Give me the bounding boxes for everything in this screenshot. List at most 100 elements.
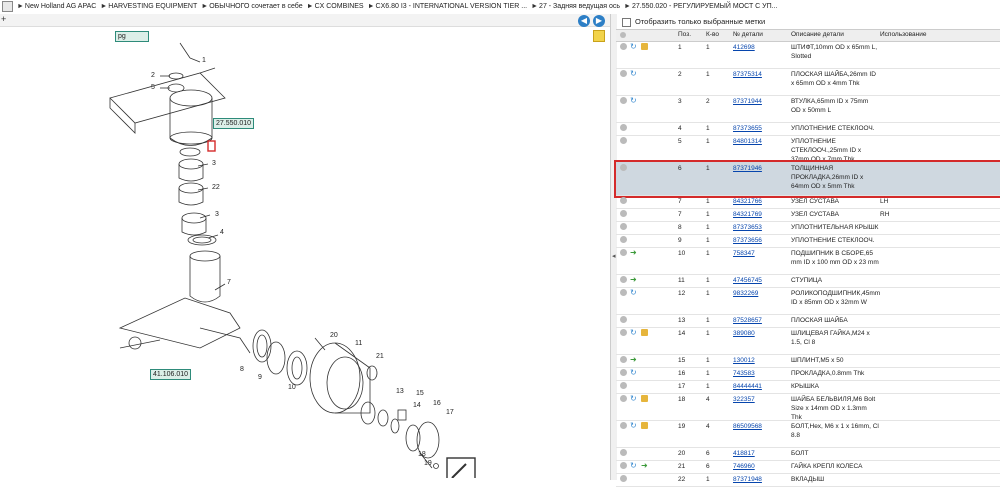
col-usage[interactable]: Использование <box>880 31 926 38</box>
cell-no[interactable]: 47456745 <box>733 276 762 285</box>
table-row[interactable]: 4 1 87373655 УПЛОТНЕНИЕ СТЕКЛООЧ. <box>616 122 1000 136</box>
cell-no[interactable]: 743583 <box>733 369 755 378</box>
select-circle-icon[interactable] <box>620 164 627 171</box>
table-row[interactable]: 7 1 84321766 УЗЕЛ СУСТАВА LH <box>616 195 1000 209</box>
col-desc[interactable]: Описание детали <box>791 31 844 38</box>
callout-1[interactable]: 1 <box>202 57 206 64</box>
cell-no[interactable]: 86509568 <box>733 422 762 431</box>
breadcrumb-item[interactable]: HARVESTING EQUIPMENT <box>108 3 197 10</box>
col-partno[interactable]: № детали <box>733 31 763 38</box>
select-circle-icon[interactable] <box>620 382 627 389</box>
table-row[interactable]: 17 1 84444441 КРЫШКА <box>616 380 1000 394</box>
select-circle-icon[interactable] <box>620 329 627 336</box>
callout-20[interactable]: 20 <box>330 332 338 339</box>
select-circle-icon[interactable] <box>620 356 627 363</box>
callout-21[interactable]: 21 <box>376 353 384 360</box>
table-row[interactable]: ➜ 10 1 758347 ПОДШИПНИК В СБОРЕ,65 mm ID x 1… <box>616 247 1000 275</box>
cell-no[interactable]: 418817 <box>733 449 755 458</box>
cell-no[interactable]: 9832269 <box>733 289 758 298</box>
table-row[interactable]: ↻ ➜ 21 6 746960 ГАЙКА КРЕПЛ КОЛЕСА <box>616 460 1000 474</box>
col-pos[interactable]: Поз. <box>678 31 691 38</box>
table-row[interactable]: ↻ 1 1 412698 ШТИФТ,10mm OD x 65mm L, Slotted <box>616 41 1000 69</box>
table-row[interactable]: 9 1 87373656 УПЛОТНЕНИЕ СТЕКЛООЧ. <box>616 234 1000 248</box>
select-circle-icon[interactable] <box>620 462 627 469</box>
home-icon[interactable] <box>2 0 13 12</box>
callout-2[interactable]: 2 <box>151 72 155 79</box>
table-row[interactable]: ➜ 15 1 130012 ШПЛИНТ,M5 x 50 <box>616 354 1000 368</box>
cell-no[interactable]: 84321766 <box>733 197 762 206</box>
filter-toggle[interactable]: Отобразить только выбранные метки <box>616 14 1000 29</box>
select-circle-icon[interactable] <box>620 236 627 243</box>
cell-no[interactable]: 87371946 <box>733 164 762 173</box>
table-row[interactable]: 7 1 84321769 УЗЕЛ СУСТАВА RH <box>616 208 1000 222</box>
table-row[interactable]: ↻ 2 1 87375314 ПЛОСКАЯ ШАЙБА,26mm ID x 65mm … <box>616 68 1000 96</box>
select-circle-icon[interactable] <box>620 223 627 230</box>
cell-no[interactable]: 87373656 <box>733 236 762 245</box>
breadcrumb-item[interactable]: 27 - Задняя ведущая ось <box>539 3 620 10</box>
cell-no[interactable]: 87375314 <box>733 70 762 79</box>
callout-3[interactable]: 3 <box>212 160 216 167</box>
select-circle-icon[interactable] <box>620 249 627 256</box>
table-row[interactable]: 22 1 87371948 ВКЛАДЫШ <box>616 473 1000 487</box>
table-row[interactable]: ➜ 11 1 47456745 СТУПИЦА <box>616 274 1000 288</box>
callout-8[interactable]: 8 <box>240 366 244 373</box>
cell-no[interactable]: 84801314 <box>733 137 762 146</box>
table-row[interactable]: ↻ 16 1 743583 ПРОКЛАДКА,0.8mm Thk <box>616 367 1000 381</box>
callout-5[interactable]: 5 <box>151 84 155 91</box>
callout-3b[interactable]: 3 <box>215 211 219 218</box>
cell-no[interactable]: 87373655 <box>733 124 762 133</box>
breadcrumb-item[interactable]: CX COMBINES <box>315 3 364 10</box>
prev-icon[interactable]: ◀ <box>578 15 590 27</box>
header-select-icon[interactable] <box>620 32 626 38</box>
table-row[interactable]: ↻ 18 4 322357 ШАЙБА БЕЛЬВИЛЯ,M6 Bolt Size x … <box>616 393 1000 421</box>
callout-10[interactable]: 10 <box>288 384 296 391</box>
cell-no[interactable]: 84444441 <box>733 382 762 391</box>
select-circle-icon[interactable] <box>620 369 627 376</box>
callout-15[interactable]: 15 <box>416 390 424 397</box>
breadcrumb-item[interactable]: ОБЫЧНОГО сочетает в себе <box>209 3 302 10</box>
table-row[interactable]: 13 1 87528657 ПЛОСКАЯ ШАЙБА <box>616 314 1000 328</box>
callout-19[interactable]: 19 <box>424 460 432 467</box>
select-circle-icon[interactable] <box>620 316 627 323</box>
filter-checkbox[interactable] <box>622 17 631 27</box>
ref-41-106-010[interactable]: 41.106.010 <box>150 369 192 380</box>
callout-7[interactable]: 7 <box>227 279 231 286</box>
select-circle-icon[interactable] <box>620 197 627 204</box>
table-row-selected[interactable]: 6 1 87371946 ТОЛЩИННАЯ ПРОКЛАДКА,26mm ID x … <box>614 160 1000 198</box>
cell-no[interactable]: 87371944 <box>733 97 762 106</box>
cell-no[interactable]: 412698 <box>733 43 755 52</box>
select-circle-icon[interactable] <box>620 210 627 217</box>
cell-no[interactable]: 758347 <box>733 249 755 258</box>
cell-no[interactable]: 389080 <box>733 329 755 338</box>
cell-no[interactable]: 87528657 <box>733 316 762 325</box>
table-row[interactable]: ↻ 3 2 87371944 ВТУЛКА,65mm ID x 75mm OD x 50… <box>616 95 1000 123</box>
select-circle-icon[interactable] <box>620 276 627 283</box>
select-circle-icon[interactable] <box>620 137 627 144</box>
select-circle-icon[interactable] <box>620 422 627 429</box>
callout-13[interactable]: 13 <box>396 388 404 395</box>
cell-no[interactable]: 84321769 <box>733 210 762 219</box>
table-row[interactable]: ↻ 14 1 389080 ШЛИЦЕВАЯ ГАЙКА,M24 x 1.5, Cl 8 <box>616 327 1000 355</box>
table-row[interactable]: 20 6 418817 БОЛТ <box>616 447 1000 461</box>
cell-no[interactable]: 130012 <box>733 356 755 365</box>
next-icon[interactable]: ▶ <box>593 15 605 27</box>
callout-14[interactable]: 14 <box>413 402 421 409</box>
callout-17[interactable]: 17 <box>446 409 454 416</box>
page-ref-box[interactable]: pg <box>115 31 149 42</box>
table-row[interactable]: ↻ 19 4 86509568 БОЛТ,Hex, M6 x 1 x 16mm, Cl … <box>616 420 1000 448</box>
callout-11[interactable]: 11 <box>355 340 362 347</box>
select-circle-icon[interactable] <box>620 124 627 131</box>
table-row[interactable]: 8 1 87373653 УПЛОТНИТЕЛЬНАЯ КРЫШК <box>616 221 1000 235</box>
callout-18[interactable]: 18 <box>418 451 426 458</box>
collapse-icon[interactable]: ◂ <box>612 252 616 260</box>
table-row[interactable]: 5 1 84801314 УПЛОТНЕНИЕ СТЕКЛООЧ.,25mm ID x… <box>616 135 1000 163</box>
zoom-in-icon[interactable]: + <box>1 15 9 24</box>
cell-no[interactable]: 87373653 <box>733 223 762 232</box>
col-qty[interactable]: К-во <box>706 31 719 38</box>
breadcrumb-item[interactable]: New Holland AG APAC <box>25 3 96 10</box>
select-circle-icon[interactable] <box>620 475 627 482</box>
select-circle-icon[interactable] <box>620 70 627 77</box>
callout-4[interactable]: 4 <box>220 229 224 236</box>
breadcrumb-item[interactable]: CX6.80 I3 - INTERNATIONAL VERSION TIER .… <box>376 3 528 10</box>
select-circle-icon[interactable] <box>620 395 627 402</box>
